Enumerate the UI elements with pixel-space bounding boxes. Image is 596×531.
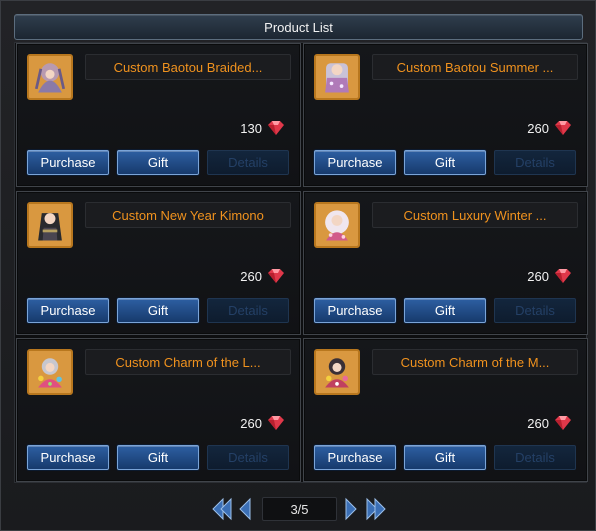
pagination: 3/5 bbox=[1, 493, 596, 525]
ruby-gem-icon bbox=[555, 121, 571, 135]
purchase-button[interactable]: Purchase bbox=[27, 298, 109, 323]
product-card: Custom Baotou Braided... 130 Purchase Gi… bbox=[16, 43, 301, 187]
details-button[interactable]: Details bbox=[207, 445, 289, 470]
price-value: 260 bbox=[527, 120, 549, 136]
product-name: Custom Baotou Braided... bbox=[85, 54, 291, 80]
gift-button[interactable]: Gift bbox=[117, 150, 199, 175]
product-grid: Custom Baotou Braided... 130 Purchase Gi… bbox=[14, 42, 588, 483]
product-name: Custom Charm of the M... bbox=[372, 349, 578, 375]
product-card: Custom Baotou Summer ... 260 Purchase Gi… bbox=[303, 43, 588, 187]
purchase-button[interactable]: Purchase bbox=[314, 150, 396, 175]
product-name: Custom Baotou Summer ... bbox=[372, 54, 578, 80]
product-price: 130 bbox=[240, 119, 284, 137]
details-button[interactable]: Details bbox=[494, 298, 576, 323]
gift-button[interactable]: Gift bbox=[117, 298, 199, 323]
gift-button[interactable]: Gift bbox=[404, 150, 486, 175]
ruby-gem-icon bbox=[268, 269, 284, 283]
page-indicator: 3/5 bbox=[262, 497, 337, 521]
purchase-button[interactable]: Purchase bbox=[27, 150, 109, 175]
product-price: 260 bbox=[527, 119, 571, 137]
ruby-gem-icon bbox=[268, 121, 284, 135]
price-value: 260 bbox=[240, 415, 262, 431]
purchase-button[interactable]: Purchase bbox=[314, 298, 396, 323]
purchase-button[interactable]: Purchase bbox=[314, 445, 396, 470]
ruby-gem-icon bbox=[555, 416, 571, 430]
kimono-icon[interactable] bbox=[27, 202, 73, 248]
next-page-icon[interactable] bbox=[343, 497, 359, 521]
details-button[interactable]: Details bbox=[207, 298, 289, 323]
product-price: 260 bbox=[240, 414, 284, 432]
product-list-window: Product List Custom Baotou Braided... 13… bbox=[0, 0, 596, 531]
product-name: Custom Charm of the L... bbox=[85, 349, 291, 375]
product-name: Custom Luxury Winter ... bbox=[372, 202, 578, 228]
details-button[interactable]: Details bbox=[494, 445, 576, 470]
product-price: 260 bbox=[240, 267, 284, 285]
price-value: 260 bbox=[527, 268, 549, 284]
product-card: Custom Charm of the M... 260 Purchase Gi… bbox=[303, 338, 588, 482]
gift-button[interactable]: Gift bbox=[404, 298, 486, 323]
product-card: Custom Charm of the L... 260 Purchase Gi… bbox=[16, 338, 301, 482]
charm-outfit-icon[interactable] bbox=[314, 349, 360, 395]
gift-button[interactable]: Gift bbox=[117, 445, 199, 470]
ruby-gem-icon bbox=[555, 269, 571, 283]
price-value: 260 bbox=[240, 268, 262, 284]
purchase-button[interactable]: Purchase bbox=[27, 445, 109, 470]
product-card: Custom New Year Kimono 260 Purchase Gift… bbox=[16, 191, 301, 335]
ruby-gem-icon bbox=[268, 416, 284, 430]
first-page-icon[interactable] bbox=[211, 497, 233, 521]
last-page-icon[interactable] bbox=[365, 497, 387, 521]
previous-page-icon[interactable] bbox=[237, 497, 253, 521]
charm-outfit-icon[interactable] bbox=[27, 349, 73, 395]
price-value: 260 bbox=[527, 415, 549, 431]
summer-outfit-icon[interactable] bbox=[314, 54, 360, 100]
winter-outfit-icon[interactable] bbox=[314, 202, 360, 248]
details-button[interactable]: Details bbox=[494, 150, 576, 175]
product-name: Custom New Year Kimono bbox=[85, 202, 291, 228]
price-value: 130 bbox=[240, 120, 262, 136]
product-price: 260 bbox=[527, 414, 571, 432]
gift-button[interactable]: Gift bbox=[404, 445, 486, 470]
details-button[interactable]: Details bbox=[207, 150, 289, 175]
window-title: Product List bbox=[14, 14, 583, 40]
product-price: 260 bbox=[527, 267, 571, 285]
product-card: Custom Luxury Winter ... 260 Purchase Gi… bbox=[303, 191, 588, 335]
braided-hairstyle-icon[interactable] bbox=[27, 54, 73, 100]
